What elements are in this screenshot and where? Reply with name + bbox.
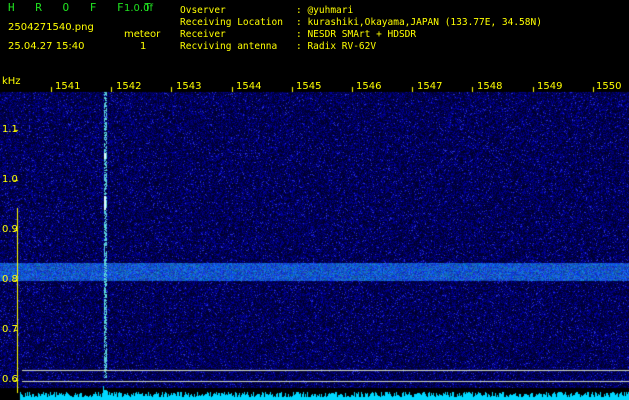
- info-label-observer: Ovserver: [180, 5, 226, 16]
- info-label-antenna: Recviving antenna: [180, 41, 278, 52]
- info-value-receiver: : NESDR SMArt + HDSDR: [296, 29, 417, 40]
- app-version: 1.0.0f: [124, 3, 153, 14]
- capture-datetime: 25.04.27 15:40: [8, 41, 85, 52]
- info-value-location: : kurashiki,Okayama,JAPAN (133.77E, 34.5…: [296, 17, 542, 28]
- waterfall-spectrogram: [0, 78, 629, 400]
- detection-count: 1: [140, 41, 147, 52]
- info-value-observer: : @yuhmari: [296, 5, 354, 16]
- mode-label: meteor: [124, 29, 161, 40]
- info-value-antenna: : Radix RV-62V: [296, 41, 377, 52]
- image-filename: 2504271540.png: [8, 22, 94, 33]
- header-panel: H R O F F T 1.0.0f 2504271540.png 25.04.…: [0, 0, 629, 78]
- info-label-location: Receiving Location: [180, 17, 283, 28]
- info-label-receiver: Receiver: [180, 29, 226, 40]
